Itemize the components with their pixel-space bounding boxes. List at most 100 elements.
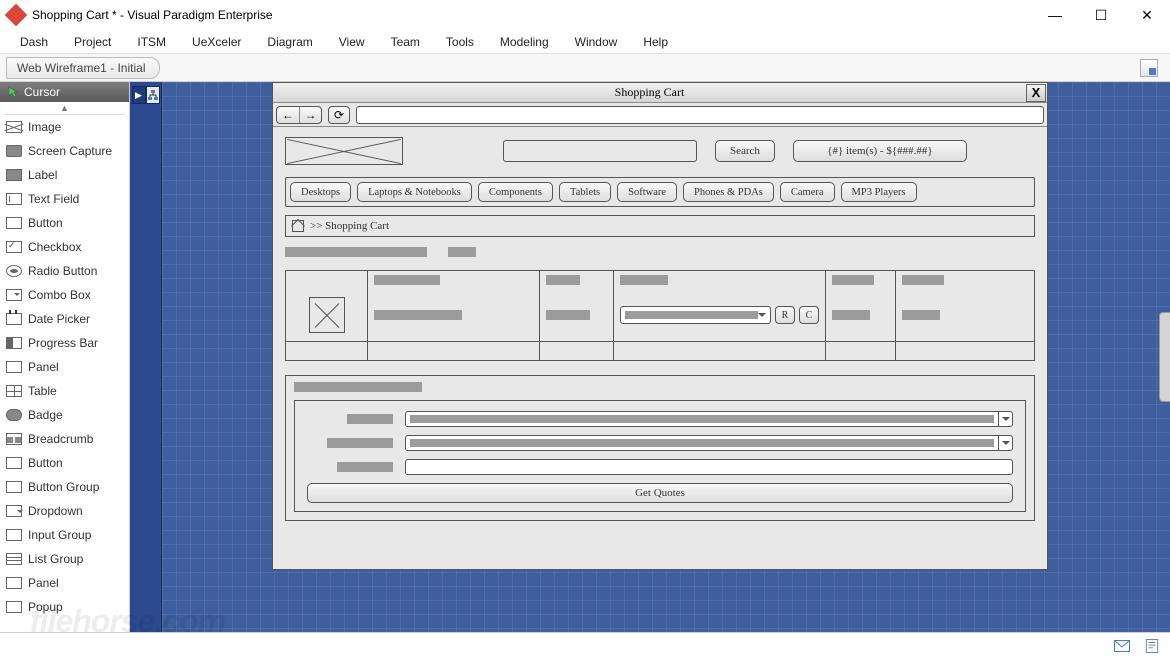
palette-radio-button[interactable]: Radio Button (0, 259, 129, 283)
note-icon[interactable] (1144, 639, 1160, 653)
radio-icon (6, 265, 22, 277)
menu-team[interactable]: Team (391, 35, 420, 49)
palette-badge[interactable]: Badge (0, 403, 129, 427)
palette-button[interactable]: Button (0, 211, 129, 235)
text-placeholder (832, 310, 870, 320)
mail-icon[interactable] (1114, 639, 1130, 653)
palette-text-field[interactable]: Text Field (0, 187, 129, 211)
palette-checkbox[interactable]: Checkbox (0, 235, 129, 259)
palette-button2[interactable]: Button (0, 451, 129, 475)
palette-combo-box[interactable]: Combo Box (0, 283, 129, 307)
postcode-field[interactable] (405, 459, 1013, 475)
region-combo[interactable] (405, 435, 1013, 451)
palette-cursor[interactable]: Cursor (0, 82, 129, 102)
wireframe-close-button[interactable]: X (1026, 84, 1046, 102)
tab-laptops[interactable]: Laptops & Notebooks (357, 182, 472, 202)
close-window-button[interactable]: ✕ (1124, 0, 1170, 30)
label-placeholder (327, 438, 393, 448)
nav-back-button[interactable]: ← (277, 107, 299, 123)
menu-diagram[interactable]: Diagram (267, 35, 312, 49)
cart-items-text: {#} item(s) - ${###.##} (827, 145, 932, 157)
palette-label[interactable]: Label (0, 163, 129, 187)
input-group-icon (6, 529, 22, 541)
palette-screen-capture-label: Screen Capture (28, 144, 112, 158)
label-placeholder (337, 462, 393, 472)
palette-toggle-column: ▶ (130, 82, 162, 632)
palette-dropdown[interactable]: Dropdown (0, 499, 129, 523)
palette-table[interactable]: Table (0, 379, 129, 403)
tab-camera[interactable]: Camera (780, 182, 835, 202)
table-head-cell (286, 271, 368, 289)
palette-date-picker[interactable]: Date Picker (0, 307, 129, 331)
breadcrumb-row: Web Wireframe1 - Initial (0, 54, 1170, 82)
palette-popup[interactable]: Popup (0, 595, 129, 619)
design-canvas[interactable]: Shopping Cart X ← → ⟳ Search {#} item (162, 82, 1170, 632)
table-head-cell (896, 271, 966, 289)
palette-input-group[interactable]: Input Group (0, 523, 129, 547)
search-button[interactable]: Search (715, 140, 775, 162)
palette-badge-label: Badge (28, 408, 63, 422)
tab-software[interactable]: Software (617, 182, 677, 202)
menu-window[interactable]: Window (575, 35, 618, 49)
breadcrumb-tab[interactable]: Web Wireframe1 - Initial (6, 57, 160, 79)
minimize-button[interactable]: — (1032, 0, 1078, 30)
palette-progress-bar-label: Progress Bar (28, 336, 98, 350)
heading-placeholder (448, 247, 476, 257)
menu-uexceler[interactable]: UeXceler (192, 35, 241, 49)
palette-image[interactable]: Image (0, 115, 129, 139)
table-header (286, 271, 1034, 289)
palette-panel[interactable]: Panel (0, 355, 129, 379)
country-combo[interactable] (405, 411, 1013, 427)
palette-handle[interactable]: ▲ (0, 102, 129, 114)
cart-items-button[interactable]: {#} item(s) - ${###.##} (793, 140, 967, 162)
nav-refresh-button[interactable]: ⟳ (329, 107, 349, 123)
quantity-combo[interactable] (620, 306, 771, 324)
wireframe-window[interactable]: Shopping Cart X ← → ⟳ Search {#} item (272, 82, 1048, 570)
tab-components[interactable]: Components (478, 182, 553, 202)
palette-list-group[interactable]: List Group (0, 547, 129, 571)
window-title: Shopping Cart * - Visual Paradigm Enterp… (32, 8, 1032, 22)
get-quotes-button[interactable]: Get Quotes (307, 483, 1013, 503)
palette-label-label: Label (28, 168, 57, 182)
address-bar[interactable] (356, 106, 1044, 124)
list-group-icon (6, 553, 22, 565)
wireframe-breadcrumb[interactable]: >> Shopping Cart (285, 215, 1035, 237)
palette-toggle-button[interactable]: ▶ (132, 86, 160, 632)
panel-icon (6, 361, 22, 373)
menu-help[interactable]: Help (643, 35, 668, 49)
palette-breadcrumb[interactable]: Breadcrumb (0, 427, 129, 451)
breadcrumb-icon (6, 433, 22, 445)
tab-phones[interactable]: Phones & PDAs (683, 182, 774, 202)
status-bar (0, 632, 1170, 658)
product-thumbnail[interactable] (309, 297, 345, 333)
text-field-icon (6, 193, 22, 205)
canvas-scrollbar[interactable] (1159, 312, 1170, 402)
button-icon (6, 457, 22, 469)
menu-dash[interactable]: Dash (20, 35, 48, 49)
tab-mp3[interactable]: MP3 Players (841, 182, 917, 202)
menu-tools[interactable]: Tools (446, 35, 474, 49)
refresh-qty-button[interactable]: R (775, 306, 795, 324)
maximize-button[interactable]: ☐ (1078, 0, 1124, 30)
table-cell-qty: R C (614, 289, 826, 341)
palette-button-group[interactable]: Button Group (0, 475, 129, 499)
menu-itsm[interactable]: ITSM (137, 35, 166, 49)
nav-forward-button[interactable]: → (299, 107, 321, 123)
tab-tablets[interactable]: Tablets (559, 182, 611, 202)
perspective-icon[interactable] (1140, 59, 1158, 77)
cart-table: R C (285, 270, 1035, 361)
logo-placeholder[interactable] (285, 137, 403, 165)
palette-button-label: Button (28, 216, 63, 230)
palette-progress-bar[interactable]: Progress Bar (0, 331, 129, 355)
palette-screen-capture[interactable]: Screen Capture (0, 139, 129, 163)
table-cell (368, 342, 540, 360)
search-field[interactable] (503, 140, 697, 162)
clear-qty-button[interactable]: C (799, 306, 819, 324)
menu-view[interactable]: View (339, 35, 365, 49)
palette-panel2[interactable]: Panel (0, 571, 129, 595)
palette-radio-button-label: Radio Button (28, 264, 97, 278)
menu-modeling[interactable]: Modeling (500, 35, 549, 49)
tab-desktops[interactable]: Desktops (290, 182, 351, 202)
menu-project[interactable]: Project (74, 35, 111, 49)
chevron-down-icon (758, 313, 766, 321)
